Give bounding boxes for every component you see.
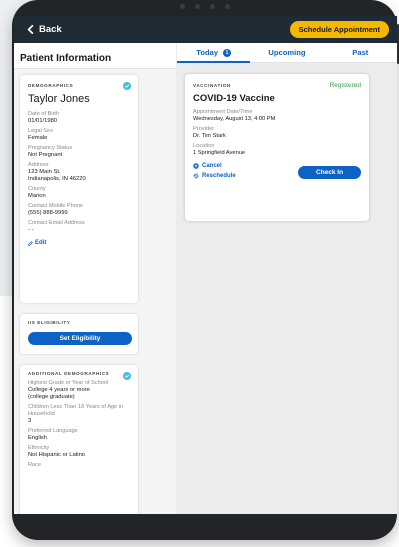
tab-upcoming[interactable]: Upcoming [250, 43, 323, 62]
field-value: Marion [28, 193, 46, 199]
tab-upcoming-label: Upcoming [268, 48, 306, 57]
field-value: 1 Springfield Avenue [193, 150, 246, 156]
field-label: Provider [193, 126, 215, 132]
action-links: Cancel Reschedule [193, 163, 236, 179]
field-value: Wednesday, August 13, 4:00 PM [193, 116, 276, 122]
additional-demographics-label: ADDITIONAL DEMOGRAPHICS [28, 371, 110, 376]
field-value: College 4 years or more [28, 387, 90, 393]
schedule-appointment-button[interactable]: Schedule Appointment [289, 21, 389, 38]
field-label: Ethnicity [28, 445, 50, 451]
set-eligibility-button[interactable]: Set Eligibility [28, 332, 132, 345]
vaccine-title: COVID-19 Vaccine [193, 93, 275, 104]
pencil-icon [28, 240, 33, 246]
back-button[interactable]: Back [26, 24, 62, 35]
vaccination-header: VACCINATION Registered [193, 82, 361, 89]
check-circle-icon [123, 372, 131, 380]
field-label: Pregnancy Status [28, 145, 73, 151]
close-circle-icon [193, 163, 199, 169]
back-label: Back [39, 24, 62, 35]
field-value: Not Hispanic or Latino [28, 452, 86, 458]
field-label: Contact Email Address [28, 220, 85, 226]
field-label: Highest Grade or Year of School [28, 380, 109, 386]
tab-today-label: Today [196, 48, 219, 57]
reschedule-link[interactable]: Reschedule [193, 173, 236, 179]
vaccination-card: VACCINATION Registered COVID-19 Vaccine … [185, 74, 369, 221]
demographics-fields: Date of Birth 01/01/1980 Legal Sex Femal… [28, 111, 131, 234]
tab-past[interactable]: Past [324, 43, 397, 62]
cancel-label: Cancel [202, 163, 222, 169]
iis-eligibility-card: IIS ELIGIBILITY Set Eligibility [20, 314, 138, 354]
cancel-link[interactable]: Cancel [193, 163, 236, 169]
vaccination-actions: Cancel Reschedule Check In [193, 163, 361, 179]
field-label: Preferred Language [28, 428, 78, 434]
reschedule-label: Reschedule [202, 173, 236, 179]
field-label: County [28, 186, 46, 192]
additional-fields: Highest Grade or Year of School College … [28, 380, 131, 469]
edit-link[interactable]: Edit [28, 240, 131, 246]
tab-count-badge: 1 [223, 48, 232, 57]
tab-today[interactable]: Today 1 [177, 43, 251, 63]
field-label: Address [28, 162, 49, 168]
appointment-tabs: Today 1 Upcoming Past [177, 43, 397, 63]
history-icon [193, 173, 199, 179]
field-value: Female [28, 135, 48, 141]
field-value: 01/01/1980 [28, 118, 58, 124]
tab-past-label: Past [352, 48, 369, 57]
field-value: 123 Main St. [28, 169, 61, 175]
patient-name: Taylor Jones [28, 93, 90, 105]
status-badge: Registered [329, 82, 361, 89]
top-bar: Back Schedule Appointment [14, 16, 397, 43]
field-label: Date of Birth [28, 111, 60, 117]
field-label: Legal Sex [28, 128, 53, 134]
check-in-button[interactable]: Check In [298, 166, 361, 179]
field-value: (555) 888-9999 [28, 210, 68, 216]
app-screen: Back Schedule Appointment Patient Inform… [14, 16, 397, 514]
field-label: Children Less Than 18 Years of Age in Ho… [28, 404, 124, 417]
additional-demographics-card: ADDITIONAL DEMOGRAPHICS Highest Grade or… [20, 365, 138, 514]
field-label: Appointment Date/Time [193, 109, 253, 115]
field-value: - - [28, 227, 34, 233]
field-label: Race [28, 462, 42, 468]
field-value: Indianapolis, IN 46220 [28, 176, 86, 182]
demographics-card: DEMOGRAPHICS Taylor Jones Date of Birth … [20, 75, 138, 303]
field-value: Dr. Tim Stark [193, 133, 226, 139]
field-label: Contact Mobile Phone [28, 203, 84, 209]
demographics-label: DEMOGRAPHICS [28, 83, 74, 88]
field-value: Not Pregnant [28, 152, 63, 158]
vaccination-label: VACCINATION [193, 83, 231, 88]
field-value: (college graduate) [28, 394, 75, 400]
check-circle-icon [123, 82, 131, 90]
chevron-left-icon [27, 25, 34, 34]
field-value: English [28, 435, 48, 441]
field-label: Location [193, 143, 215, 149]
camera-dots [12, 4, 397, 9]
page-title: Patient Information [14, 43, 176, 69]
patient-info-column: Patient Information DEMOGRAPHICS Taylor … [14, 43, 176, 514]
field-value: 3 [28, 418, 32, 424]
edit-label: Edit [35, 240, 47, 246]
iis-eligibility-label: IIS ELIGIBILITY [28, 320, 71, 325]
